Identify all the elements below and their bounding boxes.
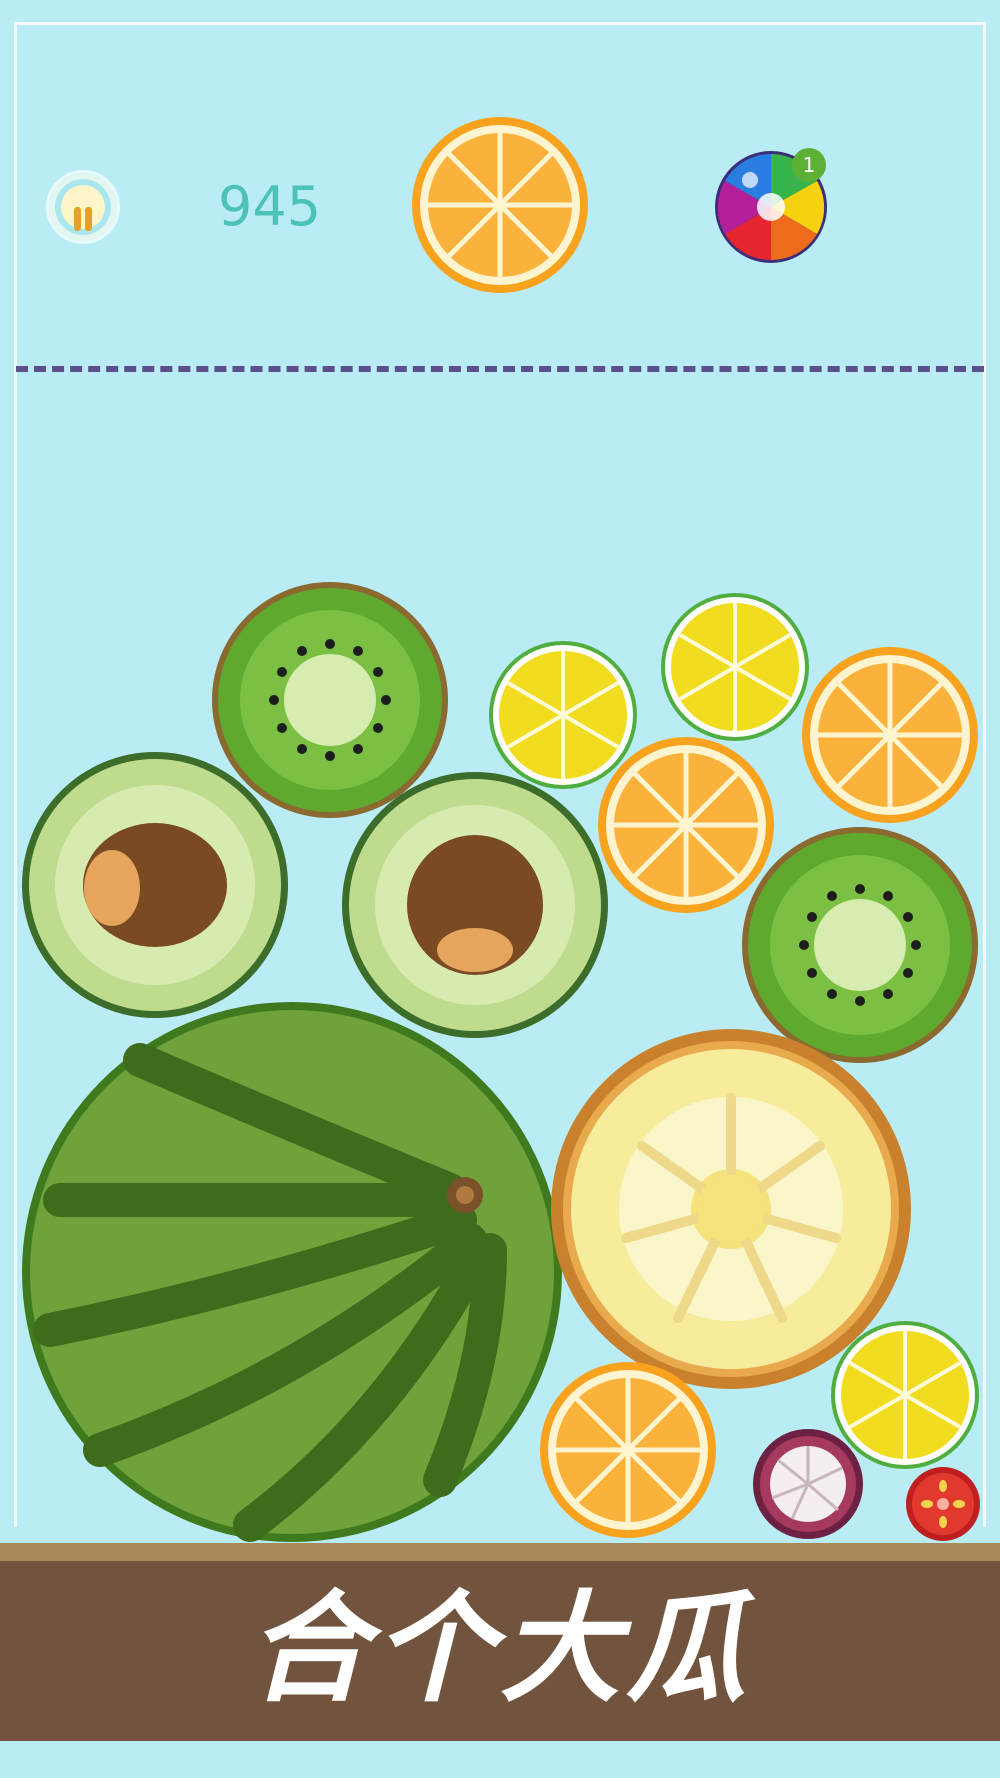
frame-line-right bbox=[983, 22, 986, 1527]
fruit-watermelon bbox=[20, 1000, 565, 1545]
game-title: 合个大瓜 bbox=[248, 1580, 752, 1719]
pause-button[interactable] bbox=[46, 170, 120, 244]
fruit-mangosteen bbox=[752, 1428, 864, 1540]
danger-line bbox=[16, 366, 984, 372]
fruit-lemon bbox=[660, 592, 810, 742]
next-fruit bbox=[410, 115, 590, 295]
game-stage[interactable]: 945 1 合个大瓜 bbox=[0, 0, 1000, 1778]
powerup-count-badge: 1 bbox=[792, 148, 826, 182]
next-fruit-orange-icon bbox=[412, 117, 588, 293]
frame-line-left bbox=[14, 22, 17, 1527]
frame-line-top bbox=[14, 22, 986, 25]
ground-bottom bbox=[0, 1741, 1000, 1778]
fruit-avocado bbox=[20, 750, 290, 1020]
fruit-orange bbox=[538, 1360, 718, 1540]
score-value: 945 bbox=[218, 175, 322, 238]
fruit-tomato bbox=[905, 1466, 981, 1542]
ground-top bbox=[0, 1543, 1000, 1561]
fruit-orange bbox=[800, 645, 980, 825]
pause-icon bbox=[61, 185, 105, 231]
